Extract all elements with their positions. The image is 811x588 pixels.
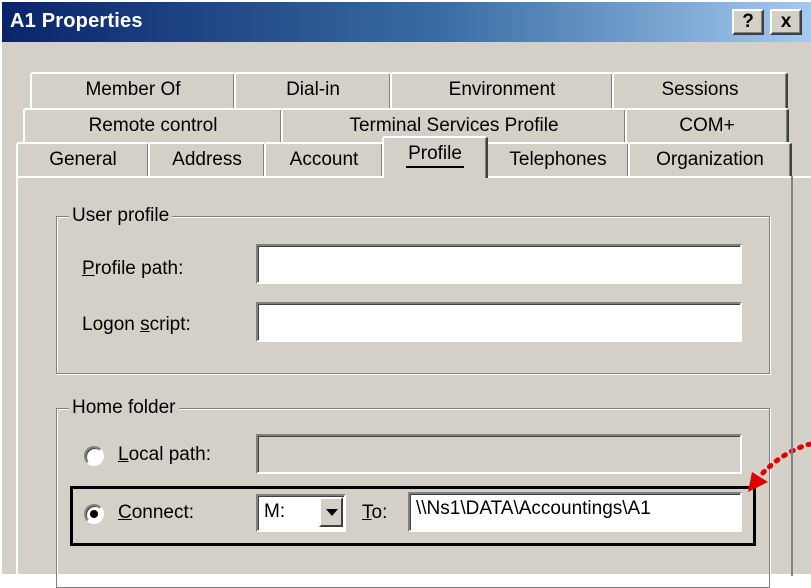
tab-dial-in[interactable]: Dial-in [234, 72, 392, 108]
logon-script-label: Logon script: [82, 314, 191, 335]
connect-radio-dot [90, 510, 98, 518]
drive-letter-value: M: [264, 501, 286, 522]
help-button[interactable]: ? [732, 9, 764, 35]
tab-telephones[interactable]: Telephones [486, 142, 630, 178]
connect-path-input[interactable]: \\Ns1\DATA\Accountings\A1 [408, 492, 742, 532]
connect-label: Connect: [118, 502, 195, 523]
tab-environment[interactable]: Environment [390, 72, 614, 108]
user-profile-group: User profile [56, 205, 770, 374]
local-path-label: Local path: [118, 444, 211, 465]
local-path-input[interactable] [256, 434, 742, 474]
tab-profile[interactable]: Profile [382, 136, 488, 178]
tab-member-of[interactable]: Member Of [30, 72, 236, 108]
logon-script-input[interactable] [256, 302, 742, 342]
properties-dialog: A1 Properties ? x Member Of Dial-in Envi… [0, 0, 811, 588]
tab-account[interactable]: Account [264, 142, 384, 178]
drive-letter-select[interactable]: M: [256, 494, 346, 532]
to-label: To: [362, 502, 388, 523]
chevron-down-icon [326, 509, 338, 516]
close-button[interactable]: x [770, 9, 802, 35]
tab-general[interactable]: General [16, 142, 150, 178]
annotation-arrow-icon [748, 442, 811, 492]
title-bar[interactable]: A1 Properties ? x [2, 2, 811, 42]
tab-com-plus[interactable]: COM+ [625, 108, 789, 144]
user-profile-group-label: User profile [69, 205, 173, 227]
home-folder-group-label: Home folder [69, 397, 179, 419]
tab-remote-control[interactable]: Remote control [23, 108, 283, 144]
tab-panel-border-right [791, 176, 793, 576]
local-path-radio[interactable] [84, 446, 104, 466]
tab-sessions[interactable]: Sessions [612, 72, 788, 108]
tab-organization[interactable]: Organization [628, 142, 792, 178]
connect-radio[interactable] [84, 504, 104, 524]
profile-path-label: Profile path: [82, 258, 184, 279]
profile-path-input[interactable] [256, 244, 742, 284]
window-title: A1 Properties [10, 10, 143, 32]
tab-panel-border-left [16, 176, 18, 576]
tab-address[interactable]: Address [148, 142, 266, 178]
dropdown-button[interactable] [319, 497, 343, 527]
